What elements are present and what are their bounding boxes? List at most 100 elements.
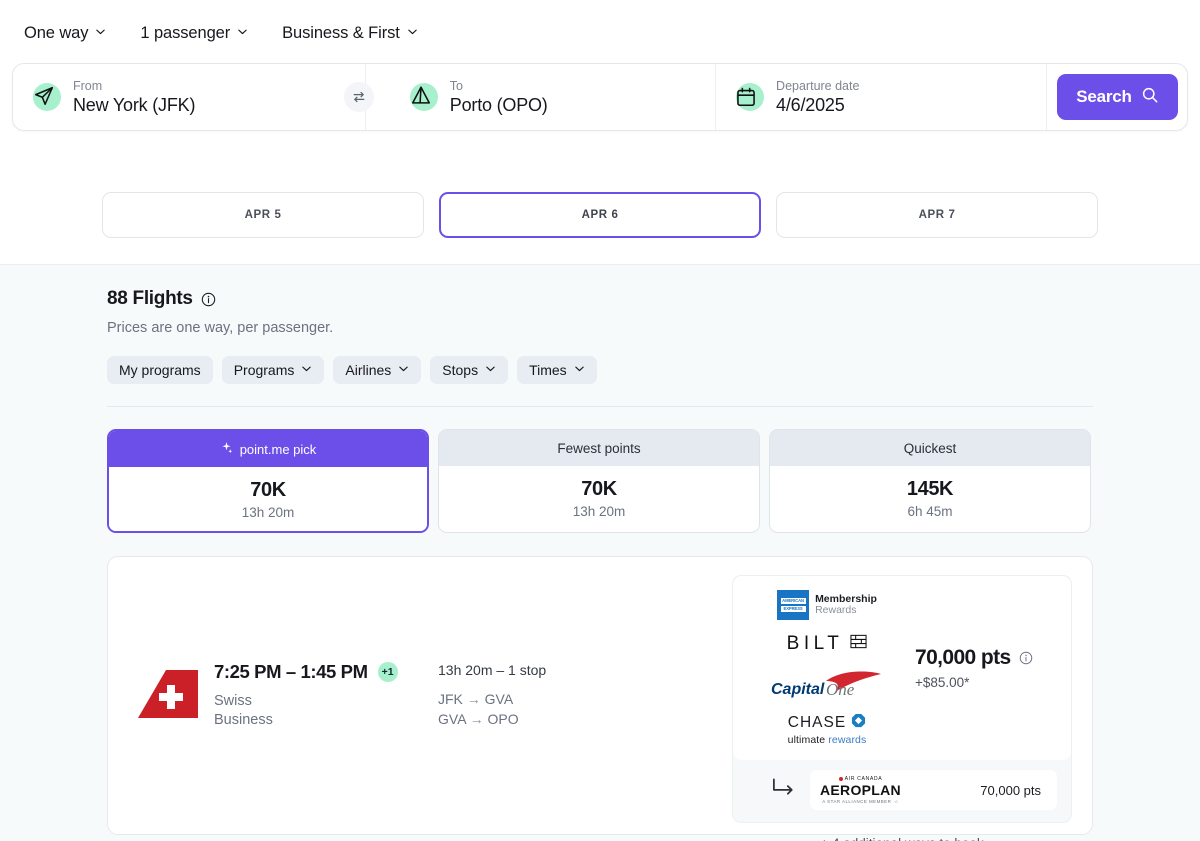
date-tab-apr-7[interactable]: APR 7 bbox=[776, 192, 1098, 238]
date-tab-label: APR 5 bbox=[244, 209, 282, 221]
bilt-wordmark: BILT bbox=[786, 633, 844, 654]
amex-line2: Rewards bbox=[815, 604, 857, 616]
summary-card-duration: 13h 20m bbox=[572, 503, 626, 519]
offer-box[interactable]: AMERICANEXPRESS Membership Rewards BILT bbox=[732, 575, 1072, 823]
chase-tagline-b: rewards bbox=[828, 734, 867, 746]
sparkle-icon bbox=[220, 441, 233, 457]
segment-row: GVA → OPO bbox=[438, 709, 683, 729]
arrow-right-icon: → bbox=[469, 711, 484, 727]
flight-segments: JFK → GVA GVA → OPO bbox=[438, 689, 683, 729]
capital-one-logo: Capital One bbox=[769, 668, 885, 700]
aeroplan-logo: AIR CANADA AEROPLAN A STAR ALLIANCE MEMB… bbox=[820, 776, 901, 805]
partner-points: 70,000 pts bbox=[980, 782, 1041, 798]
summary-card-body: 145K 6h 45m bbox=[770, 466, 1090, 530]
summary-card-body: 70K 13h 20m bbox=[109, 467, 427, 531]
info-icon[interactable] bbox=[1019, 651, 1033, 665]
search-button[interactable]: Search bbox=[1057, 74, 1178, 120]
summary-card-fewest-points[interactable]: Fewest points 70K 13h 20m bbox=[438, 429, 760, 533]
flight-result-card[interactable]: 7:25 PM – 1:45 PM +1 Swiss Business 13h … bbox=[107, 556, 1093, 841]
results-subtitle: Prices are one way, per passenger. bbox=[107, 320, 334, 336]
filter-label: Stops bbox=[442, 362, 479, 378]
search-icon bbox=[1141, 86, 1159, 109]
departure-date-field[interactable]: Departure date 4/6/2025 bbox=[715, 64, 1046, 130]
chevron-down-icon bbox=[407, 26, 418, 37]
summary-card-header: point.me pick bbox=[109, 431, 427, 467]
filter-label: Programs bbox=[233, 362, 295, 378]
summary-card-points: 70K bbox=[581, 477, 617, 500]
page-title: 88 Flights bbox=[107, 288, 193, 309]
summary-card-points: 70K bbox=[250, 478, 286, 501]
more-ways-to-book-link[interactable]: + 4 additional ways to book bbox=[732, 836, 1072, 841]
filter-stops[interactable]: Stops bbox=[430, 356, 509, 384]
flight-duration-stops: 13h 20m – 1 stop bbox=[438, 662, 547, 678]
svg-text:Capital: Capital bbox=[771, 681, 825, 698]
search-form: From New York (JFK) To Porto (OPO) Depar… bbox=[12, 63, 1188, 131]
bilt-brick-icon bbox=[850, 633, 867, 655]
swap-arrows-icon[interactable] bbox=[344, 82, 374, 112]
offer-points-block: 70,000 pts +$85.00* bbox=[911, 646, 1055, 690]
aeroplan-alliance: A STAR ALLIANCE MEMBER bbox=[822, 799, 892, 804]
summary-cards: point.me pick 70K 13h 20m Fewest points … bbox=[107, 429, 1093, 533]
filter-label: Times bbox=[529, 362, 567, 378]
destination-field[interactable]: To Porto (OPO) bbox=[390, 64, 715, 130]
offer-points-value: 70,000 pts bbox=[915, 646, 1011, 669]
booking-offer-panel: AMERICANEXPRESS Membership Rewards BILT bbox=[732, 575, 1072, 841]
trip-type-dropdown[interactable]: One way bbox=[24, 24, 106, 43]
departure-plane-icon bbox=[33, 83, 61, 111]
day-offset-badge: +1 bbox=[377, 662, 398, 682]
flight-times-block: 7:25 PM – 1:45 PM +1 Swiss Business bbox=[214, 661, 398, 730]
summary-card-title: Quickest bbox=[903, 440, 957, 456]
chevron-down-icon bbox=[95, 26, 106, 37]
chase-octagon-icon bbox=[851, 713, 866, 733]
date-tab-apr-5[interactable]: APR 5 bbox=[102, 192, 424, 238]
cabin-class-label: Business & First bbox=[282, 23, 400, 42]
cabin-class: Business bbox=[214, 712, 273, 728]
flight-route-block: 13h 20m – 1 stop JFK → GVA GVA → OPO bbox=[438, 662, 683, 729]
info-icon[interactable] bbox=[201, 292, 216, 307]
summary-card-duration: 6h 45m bbox=[907, 503, 953, 519]
filter-chips: My programs Programs Airlines Stops Time… bbox=[107, 356, 1093, 384]
summary-card-body: 70K 13h 20m bbox=[439, 466, 759, 530]
bilt-rewards-logo: BILT bbox=[787, 633, 868, 655]
trip-options-bar: One way 1 passenger Business & First bbox=[12, 0, 1188, 52]
segment-origin: GVA bbox=[438, 711, 466, 727]
chevron-down-icon bbox=[398, 363, 409, 374]
cabin-class-dropdown[interactable]: Business & First bbox=[282, 24, 418, 43]
summary-card-pointme-pick[interactable]: point.me pick 70K 13h 20m bbox=[107, 429, 429, 533]
filter-label: My programs bbox=[119, 362, 201, 378]
origin-field[interactable]: From New York (JFK) bbox=[13, 64, 346, 130]
amex-box-icon: AMERICAN EXPRESS bbox=[777, 590, 810, 620]
segment-destination: GVA bbox=[484, 691, 514, 707]
segment-row: JFK → GVA bbox=[438, 689, 683, 709]
calendar-icon bbox=[736, 83, 765, 111]
chase-ultimate-rewards-logo: CHASE ultimate rewards bbox=[788, 713, 867, 746]
summary-card-title: Fewest points bbox=[557, 440, 641, 456]
date-tab-label: APR 6 bbox=[581, 209, 619, 221]
airline-name: Swiss bbox=[214, 693, 252, 709]
filter-programs[interactable]: Programs bbox=[221, 356, 325, 384]
chase-wordmark: CHASE bbox=[787, 714, 847, 731]
offer-primary: AMERICANEXPRESS Membership Rewards BILT bbox=[733, 576, 1071, 760]
results-header: 88 Flights bbox=[107, 288, 1093, 310]
filter-my-programs[interactable]: My programs bbox=[107, 356, 213, 384]
summary-card-quickest[interactable]: Quickest 145K 6h 45m bbox=[769, 429, 1091, 533]
arrow-right-icon: → bbox=[466, 691, 481, 707]
chevron-down-icon bbox=[301, 363, 312, 374]
passengers-dropdown[interactable]: 1 passenger bbox=[140, 24, 248, 43]
destination-label: To bbox=[449, 78, 463, 93]
amex-membership-rewards-logo: AMERICAN EXPRESS Membership Rewards bbox=[777, 590, 877, 620]
swiss-air-tailfin-icon bbox=[136, 668, 202, 724]
partner-program-card[interactable]: AIR CANADA AEROPLAN A STAR ALLIANCE MEMB… bbox=[810, 770, 1057, 810]
divider bbox=[107, 406, 1093, 407]
summary-card-duration: 13h 20m bbox=[241, 504, 295, 520]
filter-airlines[interactable]: Airlines bbox=[333, 356, 422, 384]
date-tabs: APR 5 APR 6 APR 7 bbox=[0, 172, 1200, 265]
date-tab-apr-6[interactable]: APR 6 bbox=[439, 192, 761, 238]
summary-card-title: point.me pick bbox=[239, 441, 317, 457]
chevron-down-icon bbox=[237, 26, 248, 37]
transfer-arrow-icon bbox=[771, 777, 796, 804]
filter-times[interactable]: Times bbox=[517, 356, 597, 384]
results-area: 88 Flights Prices are one way, per passe… bbox=[0, 265, 1200, 841]
filter-label: Airlines bbox=[345, 362, 392, 378]
aeroplan-airline: AIR CANADA bbox=[844, 775, 883, 782]
